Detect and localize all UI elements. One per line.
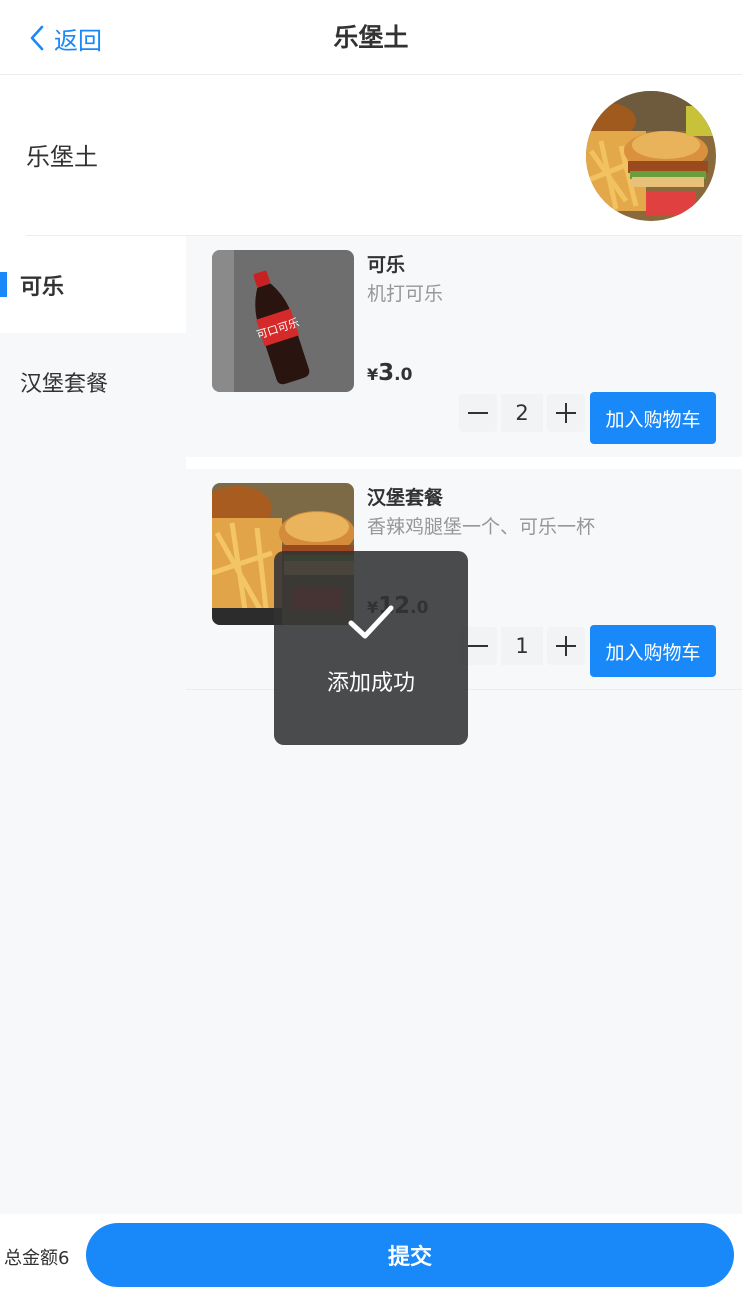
add-to-cart-button[interactable]: 加入购物车 (590, 392, 716, 444)
checkmark-icon (348, 605, 394, 639)
plus-icon (556, 403, 576, 423)
increase-button[interactable] (547, 394, 585, 432)
submit-bar: 总金额6 提交 (0, 1214, 742, 1296)
sidebar-item-label: 汉堡套餐 (20, 371, 109, 397)
goods-card: 可口可乐 可乐 机打可乐 ¥3.0 2 加入购物车 (186, 236, 742, 456)
decrease-button[interactable] (459, 394, 497, 432)
minus-icon (468, 645, 488, 647)
nav-bar: 返回 乐堡土 (0, 0, 742, 75)
page-title: 乐堡土 (333, 23, 409, 52)
shop-name: 乐堡土 (26, 143, 98, 171)
price-integer: 3 (378, 360, 395, 386)
toast-message: 添加成功 (326, 671, 415, 696)
total-amount: 总金额6 (4, 1248, 70, 1269)
shop-logo (586, 91, 716, 221)
goods-name: 汉堡套餐 (367, 487, 444, 509)
add-to-cart-button[interactable]: 加入购物车 (590, 625, 716, 677)
sidebar-item-cola[interactable]: 可乐 (0, 236, 186, 333)
goods-desc: 机打可乐 (367, 283, 444, 305)
plus-icon (556, 636, 576, 656)
quantity-input[interactable]: 1 (501, 627, 543, 665)
category-sidebar: 可乐 汉堡套餐 (0, 236, 186, 1214)
quantity-input[interactable]: 2 (501, 394, 543, 432)
quantity-stepper: 1 (459, 627, 585, 665)
price-decimal: .0 (394, 365, 413, 385)
goods-desc: 香辣鸡腿堡一个、可乐一杯 (367, 516, 596, 538)
sidebar-item-label: 可乐 (20, 274, 65, 300)
quantity-stepper: 2 (459, 394, 585, 432)
increase-button[interactable] (547, 627, 585, 665)
success-toast: 添加成功 (274, 551, 468, 745)
sidebar-item-burger-set[interactable]: 汉堡套餐 (0, 333, 186, 430)
goods-name: 可乐 (367, 254, 406, 276)
price-symbol: ¥ (367, 365, 379, 384)
shop-header: 乐堡土 (0, 75, 742, 236)
divider (186, 457, 742, 469)
submit-button[interactable]: 提交 (86, 1223, 734, 1287)
minus-icon (468, 412, 488, 414)
goods-price: ¥3.0 (367, 360, 412, 386)
goods-image-cola: 可口可乐 (212, 250, 354, 392)
